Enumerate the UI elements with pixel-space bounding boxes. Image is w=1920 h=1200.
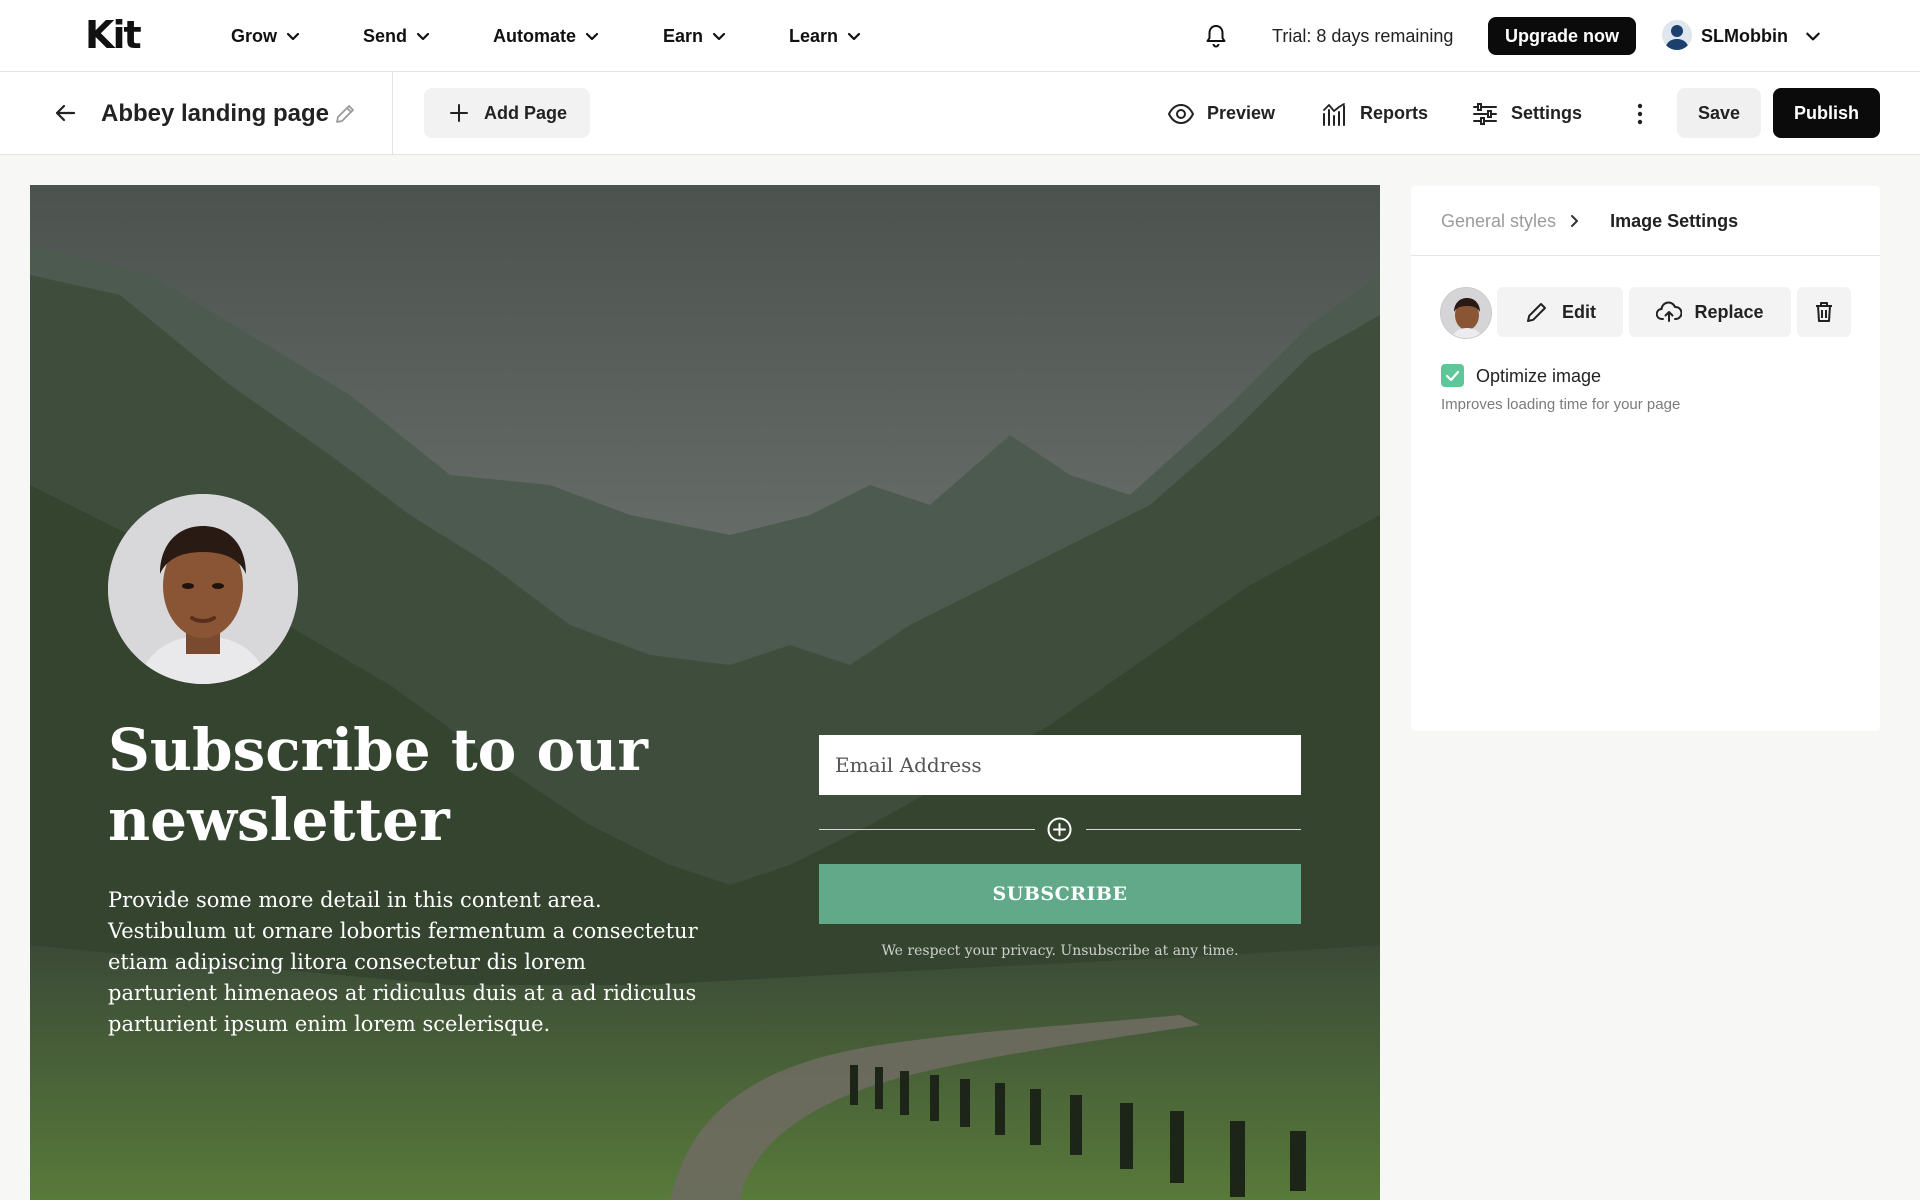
nav-menu-grow[interactable]: Grow: [231, 0, 301, 72]
plus-icon: [450, 104, 468, 122]
upgrade-button[interactable]: Upgrade now: [1488, 17, 1636, 55]
chevron-right-icon: [1571, 215, 1579, 227]
cloud-upload-icon: [1656, 301, 1683, 322]
chevron-down-icon: [416, 32, 430, 41]
chevron-down-icon: [585, 32, 599, 41]
editor-toolbar: Abbey landing page Add Page Preview Repo…: [0, 72, 1920, 155]
save-button[interactable]: Save: [1677, 88, 1761, 138]
reports-label: Reports: [1360, 103, 1429, 123]
divider-line: [1086, 829, 1301, 830]
preview-label: Preview: [1207, 103, 1276, 123]
trial-status: Trial: 8 days remaining: [1272, 25, 1454, 46]
checkmark-icon: [1445, 370, 1460, 382]
chevron-down-icon: [286, 32, 300, 41]
nav-menu-label: Learn: [789, 25, 839, 46]
delete-image-button[interactable]: [1797, 287, 1851, 337]
preview-button[interactable]: Preview: [1167, 72, 1275, 155]
optimize-image-checkbox[interactable]: [1441, 364, 1464, 387]
kit-logo[interactable]: Kit: [85, 13, 142, 57]
edit-label: Edit: [1562, 301, 1596, 322]
trash-icon: [1816, 302, 1832, 322]
settings-button[interactable]: Settings: [1471, 72, 1582, 155]
nav-menu-label: Grow: [231, 25, 278, 46]
publish-button[interactable]: Publish: [1773, 88, 1880, 138]
portrait-thumbnail-image: [1441, 288, 1491, 338]
toolbar-divider: [392, 72, 393, 155]
mountain-background-image: [30, 185, 1380, 1200]
optimize-image-help: Improves loading time for your page: [1441, 396, 1681, 413]
user-avatar-icon: [1665, 25, 1689, 50]
headline[interactable]: Subscribe to our newsletter: [108, 715, 708, 855]
breadcrumb: General styles Image Settings: [1441, 186, 1738, 256]
nav-menu-send[interactable]: Send: [363, 0, 431, 72]
image-settings-panel: General styles Image Settings Edit Repla…: [1411, 186, 1880, 731]
replace-label: Replace: [1694, 301, 1764, 322]
username[interactable]: SLMobbin: [1701, 0, 1788, 72]
breadcrumb-general-styles[interactable]: General styles: [1441, 211, 1556, 232]
arrow-left-icon[interactable]: [52, 100, 78, 126]
eye-icon: [1167, 103, 1195, 124]
profile-photo[interactable]: [108, 494, 298, 684]
nav-menu-learn[interactable]: Learn: [789, 0, 862, 72]
page-title[interactable]: Abbey landing page: [101, 72, 329, 155]
settings-label: Settings: [1511, 103, 1583, 123]
image-thumbnail: [1440, 287, 1492, 339]
edit-image-button[interactable]: Edit: [1497, 287, 1623, 337]
chevron-down-icon[interactable]: [1804, 27, 1822, 45]
top-navigation: Kit Grow Send Automate Earn Learn Trial:…: [0, 0, 1920, 72]
divider-line: [819, 829, 1035, 830]
more-vertical-icon[interactable]: [1630, 100, 1650, 128]
sliders-icon: [1473, 102, 1497, 125]
nav-menu-label: Earn: [663, 25, 704, 46]
nav-menu-earn[interactable]: Earn: [663, 0, 727, 72]
reports-button[interactable]: Reports: [1320, 72, 1428, 155]
add-field-row: [819, 815, 1301, 845]
add-circle-icon[interactable]: [1047, 817, 1072, 842]
portrait-image: [108, 494, 298, 684]
nav-menu-automate[interactable]: Automate: [493, 0, 600, 72]
breadcrumb-current: Image Settings: [1610, 210, 1739, 231]
user-avatar[interactable]: [1662, 20, 1692, 50]
chart-bars-icon: [1323, 102, 1345, 126]
panel-divider: [1411, 255, 1880, 256]
landing-page-canvas[interactable]: Subscribe to our newsletter Provide some…: [30, 185, 1380, 1200]
privacy-note[interactable]: We respect your privacy. Unsubscribe at …: [819, 943, 1301, 959]
chevron-down-icon: [847, 32, 861, 41]
optimize-image-label[interactable]: Optimize image: [1476, 364, 1601, 388]
subscribe-button[interactable]: SUBSCRIBE: [819, 864, 1301, 924]
pencil-icon[interactable]: [333, 102, 357, 126]
replace-image-button[interactable]: Replace: [1629, 287, 1791, 337]
nav-menu-label: Send: [363, 25, 408, 46]
chevron-down-icon: [712, 32, 726, 41]
pencil-icon: [1527, 303, 1546, 322]
add-page-label: Add Page: [484, 102, 568, 123]
email-field[interactable]: Email Address: [819, 735, 1301, 795]
nav-menu-label: Automate: [493, 25, 577, 46]
bell-icon[interactable]: [1202, 22, 1230, 50]
body-paragraph[interactable]: Provide some more detail in this content…: [108, 885, 698, 1040]
add-page-button[interactable]: Add Page: [424, 88, 590, 138]
